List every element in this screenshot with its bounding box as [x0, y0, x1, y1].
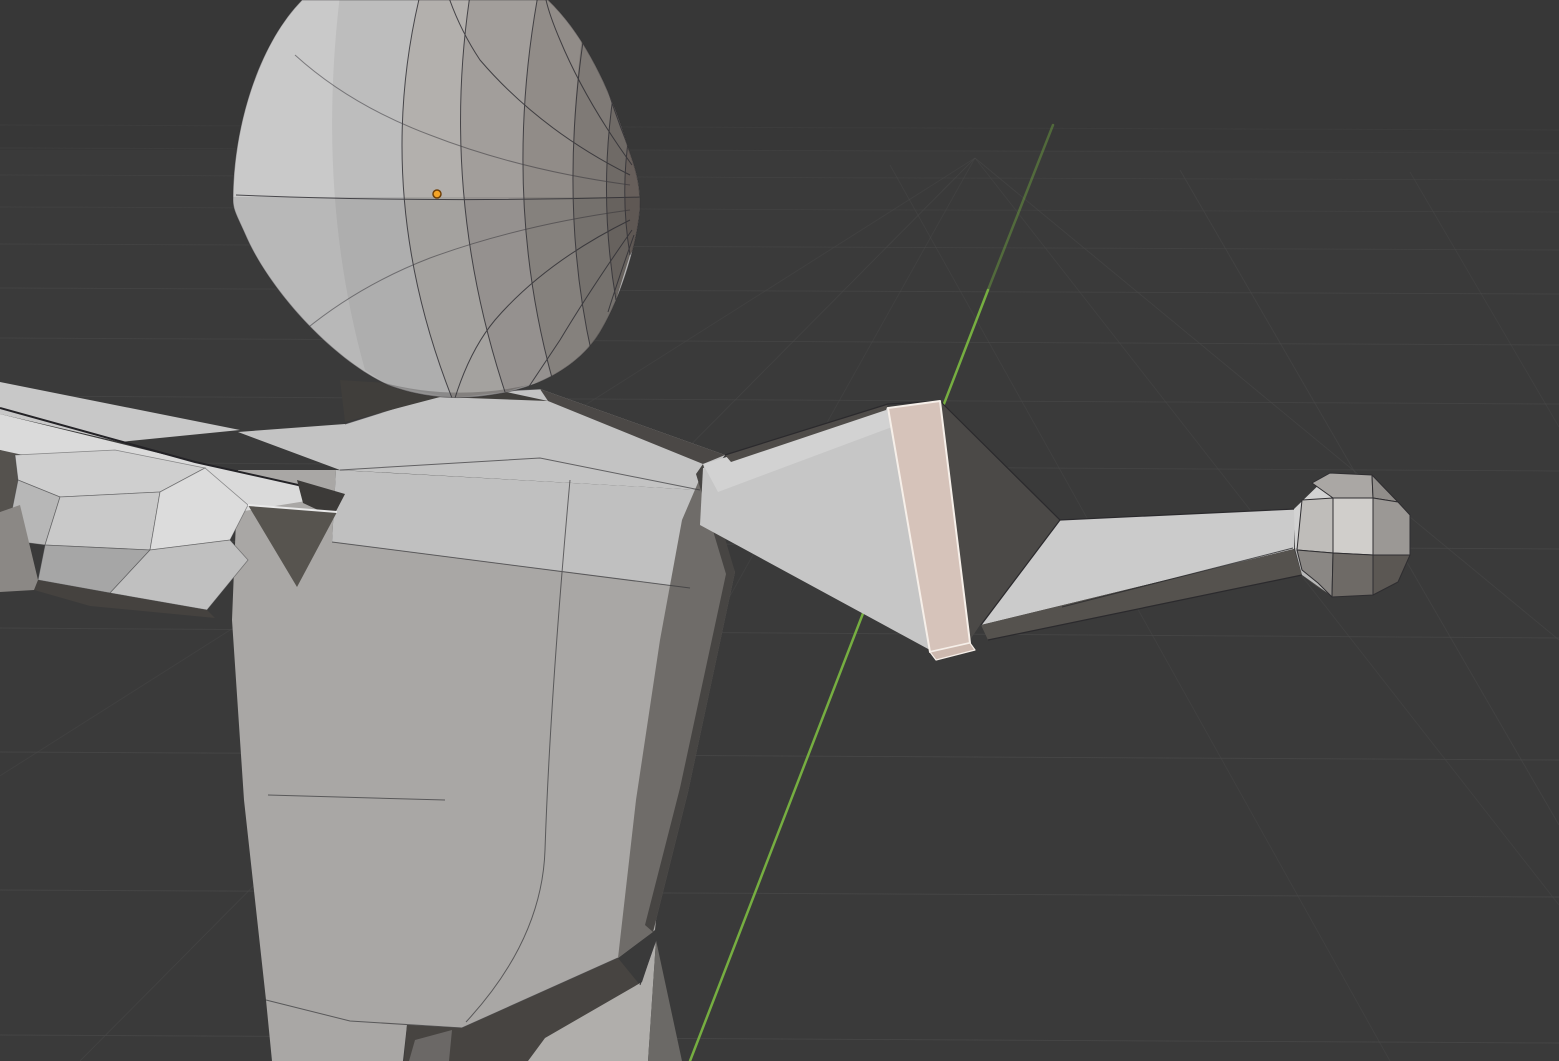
viewport-3d[interactable] — [0, 0, 1559, 1061]
torso-mesh[interactable] — [232, 380, 735, 1061]
origin-dot-circle[interactable] — [433, 190, 441, 198]
mesh-face[interactable] — [1332, 553, 1373, 597]
mesh-face[interactable] — [1333, 498, 1373, 555]
viewport-canvas[interactable] — [0, 0, 1559, 1061]
origin-dot[interactable] — [433, 190, 441, 198]
mesh-face[interactable] — [1297, 498, 1333, 553]
mesh-face[interactable] — [45, 492, 160, 550]
